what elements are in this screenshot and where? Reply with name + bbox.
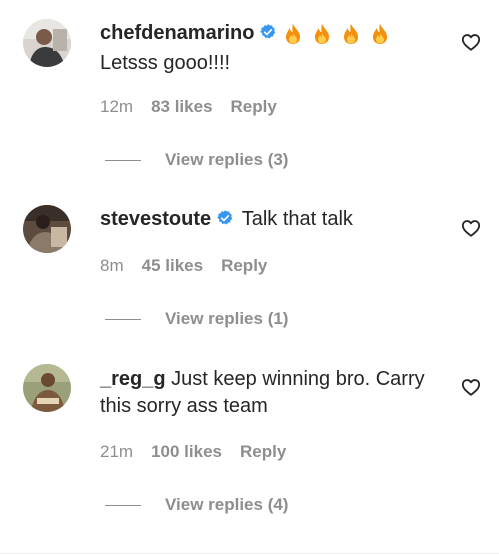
comment-meta: 8m 45 likes Reply bbox=[100, 256, 267, 276]
comment-body: Talk that talk bbox=[241, 208, 353, 230]
heart-outline-icon[interactable] bbox=[461, 378, 481, 396]
avatar[interactable] bbox=[23, 19, 71, 67]
view-replies-label: View replies (3) bbox=[165, 150, 289, 169]
comment-timestamp: 8m bbox=[100, 256, 124, 275]
comment-timestamp: 12m bbox=[100, 97, 134, 116]
fire-emoji-icon bbox=[315, 24, 330, 44]
reply-button[interactable]: Reply bbox=[221, 256, 267, 275]
comment-meta: 12m 83 likes Reply bbox=[100, 97, 277, 117]
view-replies-button[interactable]: View replies (1) bbox=[105, 309, 288, 329]
comment-username[interactable]: stevestoute bbox=[100, 208, 211, 230]
heart-outline-icon[interactable] bbox=[461, 219, 481, 237]
comment-text: chefdenamarino Letsss gooo!!!! bbox=[100, 20, 440, 77]
heart-outline-icon[interactable] bbox=[461, 33, 481, 51]
view-replies-button[interactable]: View replies (4) bbox=[105, 495, 288, 515]
comment-meta: 21m 100 likes Reply bbox=[100, 442, 286, 462]
view-replies-label: View replies (4) bbox=[165, 495, 289, 514]
comment-username[interactable]: _reg_g bbox=[100, 368, 166, 390]
verified-badge-icon bbox=[260, 24, 276, 39]
view-replies-label: View replies (1) bbox=[165, 309, 289, 328]
fire-emoji-icon bbox=[373, 24, 388, 44]
fire-emoji-icon bbox=[286, 24, 301, 44]
bottom-divider bbox=[0, 553, 499, 554]
likes-count[interactable]: 83 likes bbox=[151, 97, 212, 116]
comment-username[interactable]: chefdenamarino bbox=[100, 22, 254, 44]
fire-emoji-group bbox=[283, 23, 390, 50]
comment-timestamp: 21m bbox=[100, 442, 134, 461]
divider-line bbox=[105, 505, 141, 507]
likes-count[interactable]: 100 likes bbox=[151, 442, 222, 461]
reply-button[interactable]: Reply bbox=[240, 442, 286, 461]
view-replies-button[interactable]: View replies (3) bbox=[105, 150, 288, 170]
comment-body-line-1: Just keep winning bro. Carry bbox=[171, 368, 425, 390]
comment-body: Letsss gooo!!!! bbox=[100, 52, 231, 74]
comment-text: _reg_g Just keep winning bro. Carry this… bbox=[100, 366, 440, 420]
avatar[interactable] bbox=[23, 364, 71, 412]
reply-button[interactable]: Reply bbox=[231, 97, 277, 116]
divider-line bbox=[105, 319, 141, 321]
avatar[interactable] bbox=[23, 205, 71, 253]
divider-line bbox=[105, 160, 141, 162]
comment-text: stevestoute Talk that talk bbox=[100, 206, 440, 233]
likes-count[interactable]: 45 likes bbox=[142, 256, 203, 275]
verified-badge-icon bbox=[217, 210, 233, 225]
comment-body-line-2: this sorry ass team bbox=[100, 395, 268, 417]
fire-emoji-icon bbox=[344, 24, 359, 44]
